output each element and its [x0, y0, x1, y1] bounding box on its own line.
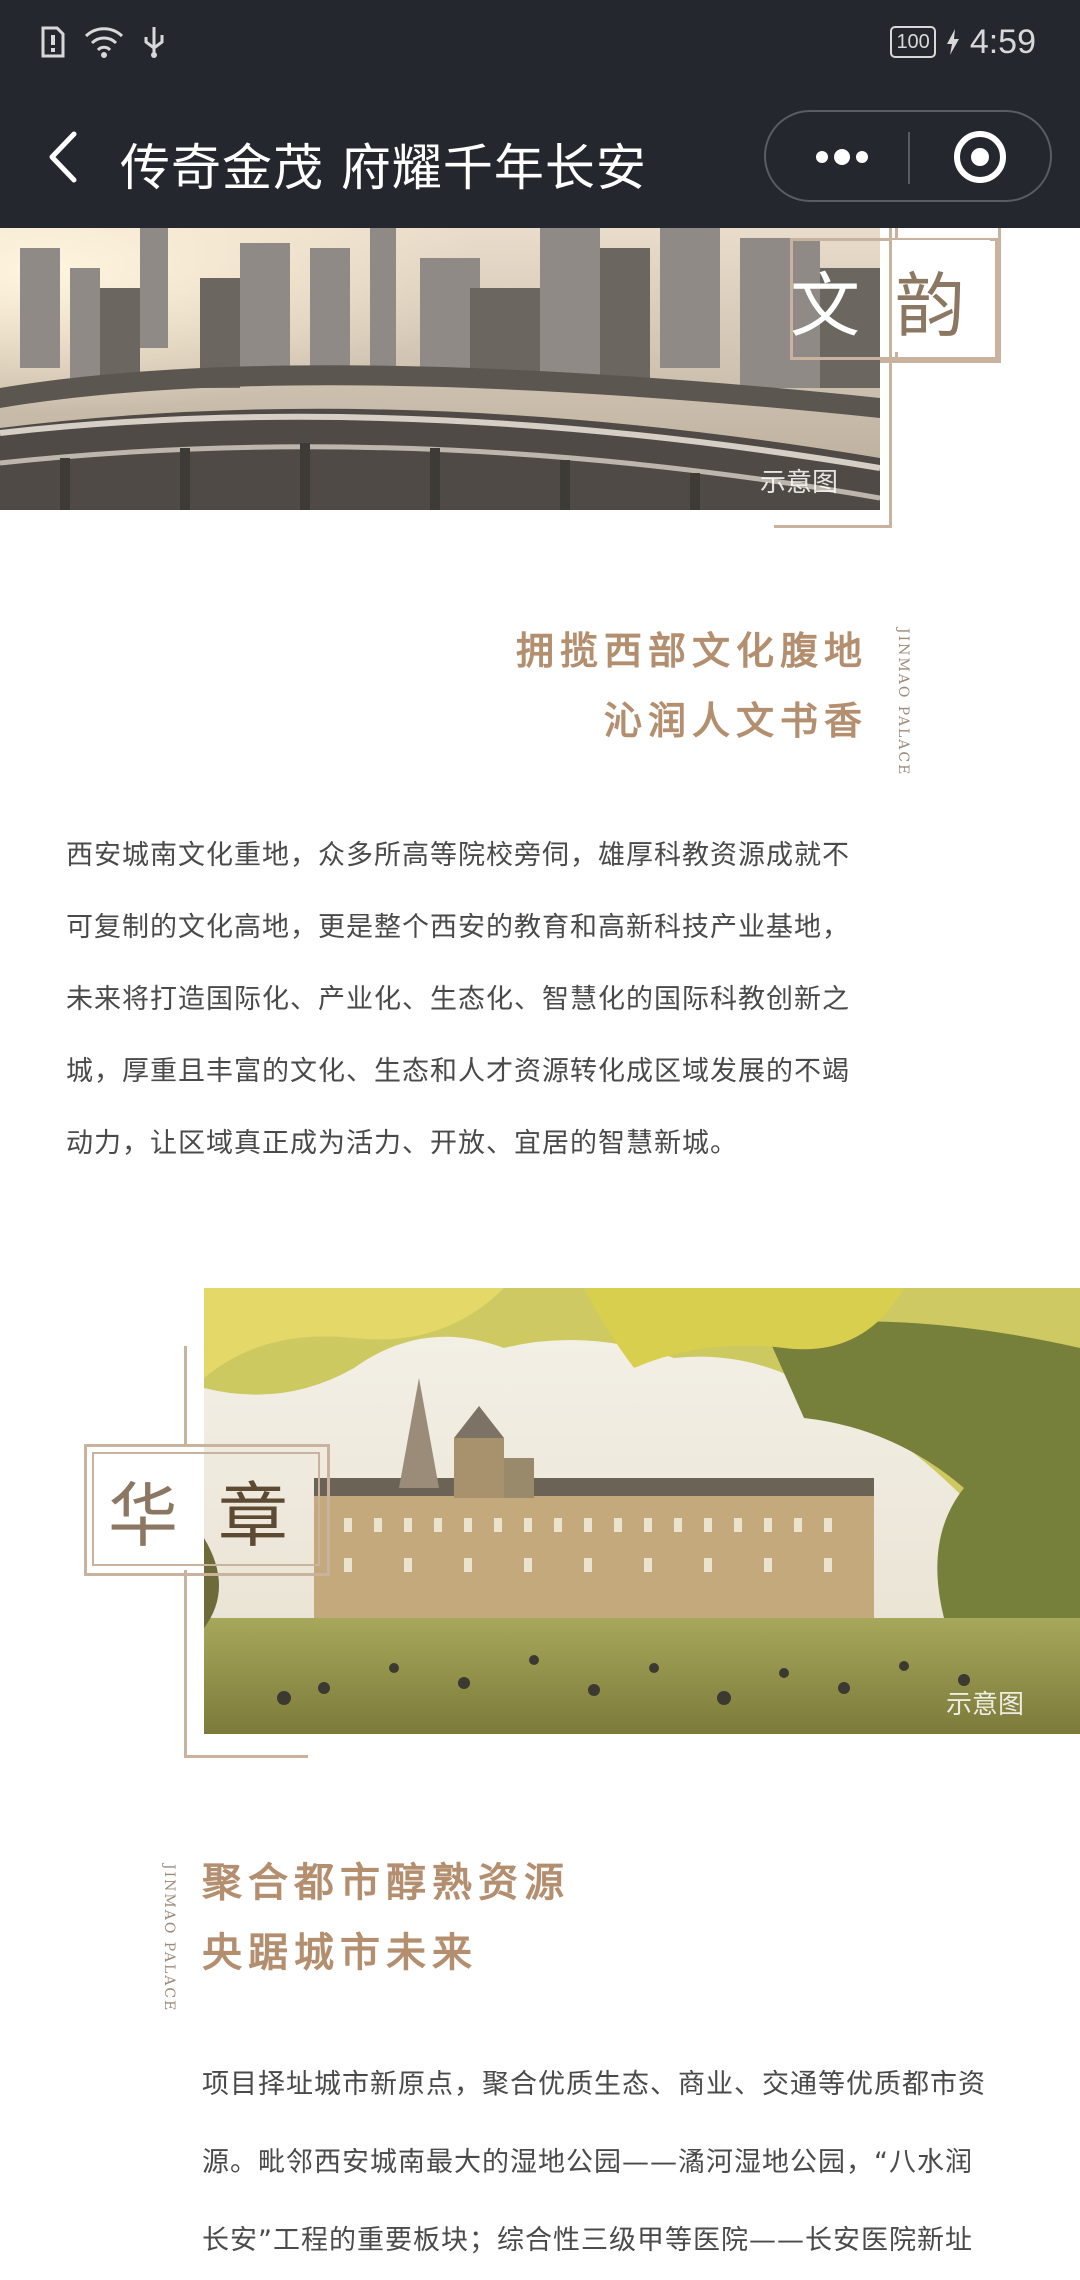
capsule-divider	[908, 132, 910, 184]
more-icon[interactable]	[802, 128, 882, 186]
wifi-icon	[84, 27, 124, 58]
university-campus-image	[204, 1288, 1080, 1734]
section1-line: 城，厚重且丰富的文化、生态和人才资源转化成区域发展的不竭	[66, 1056, 850, 1087]
section1-line: 可复制的文化高地，更是整个西安的教育和高新科技产业基地，	[66, 912, 850, 943]
seal-char-hua: 华	[108, 1475, 178, 1557]
illustration-watermark: 示意图	[946, 1690, 1025, 1720]
section2-title: 聚合都市醇熟资源 央踞城市未来	[202, 1848, 570, 1988]
image-frame-line	[774, 228, 892, 528]
brand-tag: JINMAO PALACE	[161, 1864, 177, 2013]
section2-line: 长安”工程的重要板块；综合性三级甲等医院——长安医院新址	[202, 2225, 973, 2256]
section2-line: 源。毗邻西安城南最大的湿地公园——潏河湿地公园，“八水润	[202, 2147, 973, 2178]
section1-title-line2: 沁润人文书香	[603, 699, 868, 743]
section2-title-line2: 央踞城市未来	[202, 1930, 478, 1976]
usb-icon	[144, 27, 164, 58]
status-bar: 100 4:59	[0, 0, 1080, 86]
article-content: 文 韵 示意图 拥揽西部文化腹地 沁润人文书香 JINMAO PALACE 西安…	[0, 228, 1080, 2256]
close-miniapp-icon[interactable]	[944, 128, 1016, 186]
notification-icon	[41, 26, 65, 58]
brand-tag: JINMAO PALACE	[895, 628, 911, 777]
nav-bar: 传奇金茂 府耀千年长安	[0, 86, 1080, 228]
section1-body: 西安城南文化重地，众多所高等院校旁伺，雄厚科教资源成就不 可复制的文化高地，更是…	[66, 820, 850, 1180]
section2-body: 项目择址城市新原点，聚合优质生态、商业、交通等优质都市资 源。毗邻西安城南最大的…	[202, 2046, 986, 2280]
charging-icon	[946, 29, 959, 55]
section1-title-line1: 拥揽西部文化腹地	[515, 629, 868, 673]
page-title: 传奇金茂 府耀千年长安	[120, 139, 647, 197]
back-arrow-icon[interactable]	[36, 124, 96, 190]
section2-title-line1: 聚合都市醇熟资源	[202, 1860, 570, 1906]
section1-line: 动力，让区域真正成为活力、开放、宜居的智慧新城。	[66, 1128, 738, 1159]
battery-level: 100	[890, 26, 936, 58]
section2-line: 项目择址城市新原点，聚合优质生态、商业、交通等优质都市资	[202, 2069, 986, 2100]
section1-line: 西安城南文化重地，众多所高等院校旁伺，雄厚科教资源成就不	[66, 840, 850, 871]
seal-char-yun: 韵	[895, 265, 965, 347]
seal-char-zhang: 章	[218, 1475, 288, 1557]
clock: 4:59	[969, 22, 1036, 61]
city-highway-image	[0, 228, 880, 510]
miniapp-capsule	[764, 110, 1052, 202]
section1-title: 拥揽西部文化腹地 沁润人文书香	[484, 616, 868, 756]
section1-line: 未来将打造国际化、产业化、生态化、智慧化的国际科教创新之	[66, 984, 850, 1015]
